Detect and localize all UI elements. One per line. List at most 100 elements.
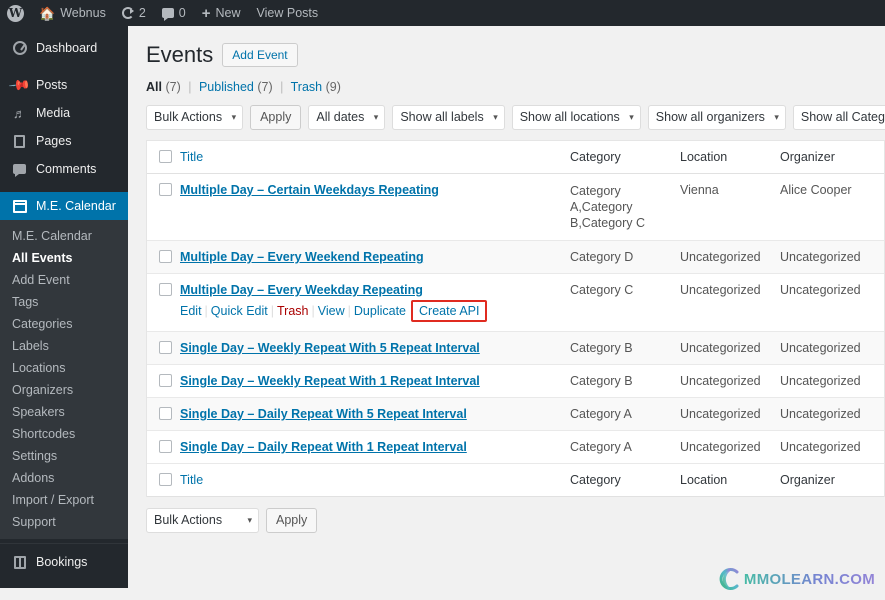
select-all-checkbox-bottom[interactable] xyxy=(159,473,172,486)
row-select-cell[interactable] xyxy=(147,365,180,397)
submenu-item-tags[interactable]: Tags xyxy=(0,291,128,313)
row-checkbox[interactable] xyxy=(159,440,172,453)
row-organizer-cell: Uncategorized xyxy=(780,407,861,421)
site-name-menu[interactable]: 🏠 Webnus xyxy=(31,0,114,26)
new-content-menu[interactable]: + New xyxy=(194,0,249,26)
submenu-item-categories[interactable]: Categories xyxy=(0,313,128,335)
submenu-item-import-export[interactable]: Import / Export xyxy=(0,489,128,511)
row-checkbox[interactable] xyxy=(159,374,172,387)
row-category-cell: Category B xyxy=(570,341,633,355)
comments-menu[interactable]: 0 xyxy=(154,0,194,26)
table-row: Single Day – Daily Repeat With 5 Repeat … xyxy=(147,398,884,431)
row-organizer-cell: Uncategorized xyxy=(780,283,861,297)
labels-filter-select[interactable]: Show all labels xyxy=(392,105,505,130)
column-header-organizer: Organizer xyxy=(780,150,835,164)
column-footer-title[interactable]: Title xyxy=(180,464,570,496)
sidebar-item-media[interactable]: ♬ Media xyxy=(0,99,128,127)
row-checkbox[interactable] xyxy=(159,183,172,196)
submenu-item-labels[interactable]: Labels xyxy=(0,335,128,357)
submenu-item-all-events[interactable]: All Events xyxy=(0,247,128,269)
row-action-create-api[interactable]: Create API xyxy=(419,304,479,318)
row-select-cell[interactable] xyxy=(147,241,180,273)
event-title-link[interactable]: Multiple Day – Certain Weekdays Repeatin… xyxy=(180,183,564,197)
wp-logo-menu[interactable] xyxy=(0,0,31,26)
row-select-cell[interactable] xyxy=(147,332,180,364)
view-filter-links: All (7) | Published (7) | Trash (9) xyxy=(146,80,885,94)
row-select-cell[interactable] xyxy=(147,274,180,331)
row-organizer-cell: Uncategorized xyxy=(780,440,861,454)
row-checkbox[interactable] xyxy=(159,341,172,354)
event-title-link[interactable]: Single Day – Daily Repeat With 1 Repeat … xyxy=(180,440,564,454)
bulk-actions-select-bottom[interactable]: Bulk Actions xyxy=(146,508,259,533)
event-title-link[interactable]: Single Day – Weekly Repeat With 5 Repeat… xyxy=(180,341,564,355)
view-posts-label: View Posts xyxy=(256,6,319,20)
organizers-filter-select[interactable]: Show all organizers xyxy=(647,105,786,130)
row-select-cell[interactable] xyxy=(147,174,180,240)
row-select-cell[interactable] xyxy=(147,398,180,430)
comments-icon xyxy=(11,161,28,178)
row-title-cell: Multiple Day – Every Weekday Repeating E… xyxy=(180,274,570,331)
row-action-quick-edit[interactable]: Quick Edit xyxy=(211,304,268,318)
view-posts-menu[interactable]: View Posts xyxy=(249,0,327,26)
table-row: Multiple Day – Certain Weekdays Repeatin… xyxy=(147,174,884,241)
event-title-link[interactable]: Single Day – Daily Repeat With 5 Repeat … xyxy=(180,407,564,421)
submenu-item-support[interactable]: Support xyxy=(0,511,128,533)
row-title-cell: Single Day – Weekly Repeat With 1 Repeat… xyxy=(180,365,570,397)
updates-menu[interactable]: 2 xyxy=(114,0,154,26)
row-organizer-cell: Uncategorized xyxy=(780,250,861,264)
dates-filter-select[interactable]: All dates xyxy=(308,105,386,130)
row-checkbox[interactable] xyxy=(159,250,172,263)
table-row: Single Day – Weekly Repeat With 1 Repeat… xyxy=(147,365,884,398)
row-select-cell[interactable] xyxy=(147,431,180,463)
row-action-view[interactable]: View xyxy=(318,304,345,318)
admin-bar: 🏠 Webnus 2 0 + New View Posts xyxy=(0,0,885,26)
submenu-item-settings[interactable]: Settings xyxy=(0,445,128,467)
row-checkbox[interactable] xyxy=(159,283,172,296)
select-all-cell-bottom[interactable] xyxy=(147,464,180,496)
sidebar-item-me-calendar[interactable]: M.E. Calendar xyxy=(0,192,128,220)
view-link-all[interactable]: All xyxy=(146,80,162,94)
submenu-item-me-calendar[interactable]: M.E. Calendar xyxy=(0,225,128,247)
row-action-duplicate[interactable]: Duplicate xyxy=(354,304,406,318)
sidebar-item-comments[interactable]: Comments xyxy=(0,155,128,183)
sidebar-item-bookings[interactable]: Bookings xyxy=(0,548,128,576)
sidebar-item-pages[interactable]: Pages xyxy=(0,127,128,155)
bulk-actions-select-top[interactable]: Bulk Actions xyxy=(146,105,244,130)
submenu-item-add-event[interactable]: Add Event xyxy=(0,269,128,291)
event-title-link[interactable]: Multiple Day – Every Weekday Repeating xyxy=(180,283,564,297)
sidebar-item-dashboard[interactable]: Dashboard xyxy=(0,34,128,62)
page-header: Events Add Event xyxy=(146,42,885,68)
wp-admin-screen: 🏠 Webnus 2 0 + New View Posts Dashboard … xyxy=(0,0,885,600)
select-all-cell-top[interactable] xyxy=(147,141,180,173)
event-title-link[interactable]: Multiple Day – Every Weekend Repeating xyxy=(180,250,564,264)
sidebar-item-posts[interactable]: 📌 Posts xyxy=(0,71,128,99)
select-all-checkbox-top[interactable] xyxy=(159,150,172,163)
column-header-title[interactable]: Title xyxy=(180,141,570,173)
apply-button-bottom[interactable]: Apply xyxy=(266,508,318,533)
bookings-icon xyxy=(11,554,28,571)
apply-button-top[interactable]: Apply xyxy=(250,105,302,130)
categories-filter-select[interactable]: Show all Categories xyxy=(792,105,885,130)
submenu-item-locations[interactable]: Locations xyxy=(0,357,128,379)
view-link-trash[interactable]: Trash xyxy=(291,80,323,94)
submenu-item-organizers[interactable]: Organizers xyxy=(0,379,128,401)
tablenav-bottom: Bulk Actions Apply xyxy=(146,508,885,533)
submenu-item-speakers[interactable]: Speakers xyxy=(0,401,128,423)
add-event-button[interactable]: Add Event xyxy=(222,43,298,67)
event-title-link[interactable]: Single Day – Weekly Repeat With 1 Repeat… xyxy=(180,374,564,388)
submenu-item-shortcodes[interactable]: Shortcodes xyxy=(0,423,128,445)
home-icon: 🏠 xyxy=(39,5,56,21)
row-action-edit[interactable]: Edit xyxy=(180,304,202,318)
pages-icon xyxy=(11,133,28,150)
row-location-cell: Uncategorized xyxy=(680,407,761,421)
row-organizer-cell: Uncategorized xyxy=(780,374,861,388)
locations-filter-select[interactable]: Show all locations xyxy=(511,105,641,130)
submenu-item-addons[interactable]: Addons xyxy=(0,467,128,489)
view-link-published[interactable]: Published xyxy=(199,80,254,94)
row-checkbox[interactable] xyxy=(159,407,172,420)
row-action-trash[interactable]: Trash xyxy=(277,304,309,318)
column-footer-location: Location xyxy=(680,473,728,487)
column-footer-organizer: Organizer xyxy=(780,473,835,487)
sidebar-item-label: Media xyxy=(36,106,71,120)
table-row: Single Day – Weekly Repeat With 5 Repeat… xyxy=(147,332,884,365)
